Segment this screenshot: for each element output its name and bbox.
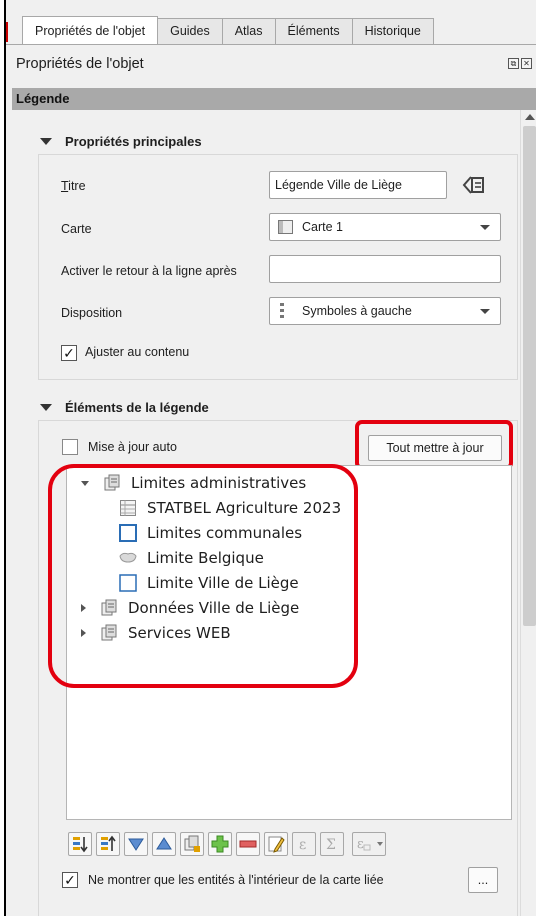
tree-group-label: Services WEB [128,624,231,642]
tree-group-label: Données Ville de Liège [128,599,300,617]
add-group-icon [184,835,200,852]
filter-options-button[interactable]: ... [468,867,498,893]
expression-icon[interactable] [461,173,487,197]
tree-layer-label: Limites communales [147,524,303,542]
tab-history[interactable]: Historique [351,18,434,44]
title-input[interactable]: Légende Ville de Liège [269,171,447,199]
sigma-icon: Σ [326,837,336,853]
legend-items-title: Éléments de la légende [65,399,209,415]
disposition-label: Disposition [61,306,123,320]
expand-icon[interactable] [81,629,86,637]
filter-label: Ne montrer que les entités à l'intérieur… [88,873,384,887]
expand-icon[interactable] [81,604,86,612]
tree-layer-label: STATBEL Agriculture 2023 [147,499,342,517]
disposition-value: Symboles à gauche [302,304,412,318]
add-group-button[interactable] [180,832,204,856]
add-item-button[interactable] [208,832,232,856]
auto-update-checkbox[interactable] [62,439,78,455]
move-up-button[interactable] [152,832,176,856]
group-icon [100,599,118,617]
scroll-up-icon[interactable] [525,114,535,120]
scroll-thumb[interactable] [523,126,536,626]
svg-text:Σ: Σ [326,837,336,853]
sort-down-icon [73,837,88,853]
tab-elements[interactable]: Éléments [274,18,353,44]
update-all-button[interactable]: Tout mettre à jour [368,435,502,461]
minus-icon [239,840,257,848]
map-select[interactable]: Carte 1 [269,213,501,241]
window-edge-accent [6,22,8,42]
sort-up-icon [101,835,116,851]
fit-label: Ajuster au contenu [85,345,190,359]
dock-title: Propriétés de l'objet [16,56,144,72]
arrow-up-icon [156,837,172,850]
main-properties-title: Propriétés principales [65,133,202,149]
svg-text:ε: ε [357,837,364,852]
collapse-icon [40,403,52,411]
carte-label: Carte [61,222,92,236]
legend-items-header[interactable]: Éléments de la légende [40,394,209,420]
dock-buttons: ⧉ ✕ [508,58,532,69]
filter-checkbox[interactable]: ✓ [62,872,78,888]
plus-icon [211,835,229,853]
titre-label: Titre [61,179,86,193]
sort-up-button[interactable] [96,832,120,856]
epsilon-dropdown-icon: ε [357,837,383,852]
chevron-down-icon [480,309,490,314]
titre-label-rest: itre [68,179,86,193]
shape-symbol-icon [119,549,137,567]
filter-expression-button[interactable]: ε [352,832,386,856]
collapse-icon [40,137,52,145]
group-icon [100,624,118,642]
tree-group-label: Limites administratives [131,474,307,492]
svg-text:ε: ε [299,837,306,853]
map-icon [278,220,293,234]
wrap-input[interactable] [269,255,501,283]
legend-tree[interactable]: Limites administratives STATBEL Agricult… [66,465,512,820]
edit-item-button[interactable] [264,832,288,856]
dock-panel: Propriétés de l'objet Guides Atlas Éléme… [4,0,536,916]
tree-layer-communales[interactable]: Limites communales [119,522,302,544]
tab-bar: Propriétés de l'objet Guides Atlas Éléme… [22,16,434,44]
expand-icon[interactable] [81,480,89,486]
table-icon [119,499,137,517]
wrap-label: Activer le retour à la ligne après [61,264,237,278]
tree-layer-liege[interactable]: Limite Ville de Liège [119,572,299,594]
arrow-down-icon [128,838,144,851]
epsilon-icon: ε [299,837,306,853]
tree-layer-belgique[interactable]: Limite Belgique [119,547,264,569]
main-properties-header[interactable]: Propriétés principales [40,128,202,154]
chevron-down-icon [480,225,490,230]
count-button[interactable]: Σ [320,832,344,856]
group-icon [103,474,121,492]
float-icon[interactable]: ⧉ [508,58,519,69]
pencil-icon [268,836,285,853]
tab-guides[interactable]: Guides [157,18,223,44]
tree-group-services[interactable]: Services WEB [81,622,231,644]
fit-checkbox[interactable]: ✓ [61,345,77,361]
tree-group-limites[interactable]: Limites administratives [81,472,306,494]
tree-layer-label: Limite Ville de Liège [147,574,299,592]
tree-group-donnees[interactable]: Données Ville de Liège [81,597,299,619]
sort-down-button[interactable] [68,832,92,856]
tree-layer-label: Limite Belgique [147,549,264,567]
properties-scroll-area: Propriétés principales Titre Légende Vil… [12,110,536,916]
layout-icon [280,302,284,320]
tab-atlas[interactable]: Atlas [221,18,276,44]
tab-item-properties[interactable]: Propriétés de l'objet [22,16,159,44]
move-down-button[interactable] [124,832,148,856]
remove-item-button[interactable] [236,832,260,856]
expression-button[interactable]: ε [292,832,316,856]
section-header: Légende [12,88,536,110]
tree-layer-statbel[interactable]: STATBEL Agriculture 2023 [119,497,341,519]
polygon-symbol-icon [119,574,137,592]
vertical-scrollbar[interactable] [520,110,536,916]
map-select-value: Carte 1 [302,220,343,234]
polygon-symbol-icon [119,524,137,542]
disposition-select[interactable]: Symboles à gauche [269,297,501,325]
auto-update-label: Mise à jour auto [88,440,177,454]
main-properties-box: Titre Légende Ville de Liège Carte Carte… [38,154,518,380]
close-icon[interactable]: ✕ [521,58,532,69]
